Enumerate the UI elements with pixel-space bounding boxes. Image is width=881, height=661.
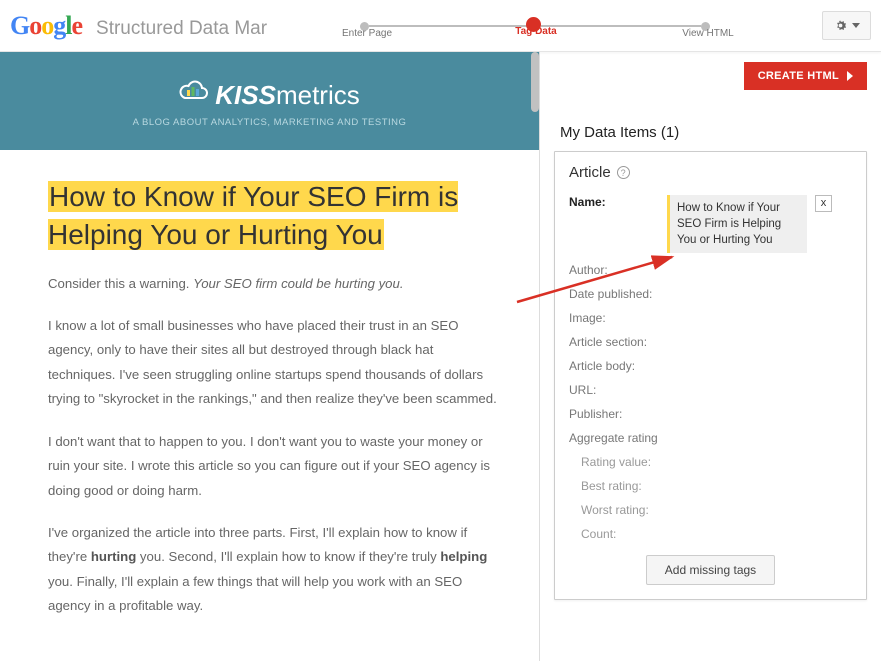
article-paragraph[interactable]: I don't want that to happen to you. I do… — [48, 430, 501, 503]
site-header: KISSmetrics A BLOG ABOUT ANALYTICS, MARK… — [0, 52, 539, 150]
kissmetrics-cloud-icon — [179, 80, 209, 111]
app-title: Structured Data Mar — [96, 18, 267, 40]
data-items-pane: CREATE HTML My Data Items (1) Article ? … — [540, 52, 881, 661]
step-tag-data[interactable]: Tag Data — [529, 20, 541, 32]
article-paragraph[interactable]: I know a lot of small businesses who hav… — [48, 314, 501, 412]
field-image[interactable]: Image: — [569, 311, 852, 325]
chevron-down-icon — [852, 23, 860, 28]
site-tagline: A BLOG ABOUT ANALYTICS, MARKETING AND TE… — [10, 117, 529, 128]
chevron-right-icon — [847, 71, 853, 81]
article-title[interactable]: How to Know if Your SEO Firm is Helping … — [48, 178, 501, 254]
content-preview-pane[interactable]: KISSmetrics A BLOG ABOUT ANALYTICS, MARK… — [0, 52, 540, 661]
side-panel-title: My Data Items (1) — [554, 90, 867, 151]
add-missing-tags-button[interactable]: Add missing tags — [646, 555, 775, 585]
field-article-body[interactable]: Article body: — [569, 359, 852, 373]
step-view-html[interactable]: View HTML — [701, 22, 710, 31]
field-date-published[interactable]: Date published: — [569, 287, 852, 301]
article-paragraph[interactable]: Consider this a warning. Your SEO firm c… — [48, 272, 501, 296]
name-value-tag[interactable]: How to Know if Your SEO Firm is Helping … — [667, 195, 807, 253]
step-enter-page[interactable]: Enter Page — [360, 22, 369, 31]
remove-tag-button[interactable]: x — [815, 195, 832, 212]
field-count[interactable]: Count: — [581, 527, 852, 541]
field-article-section[interactable]: Article section: — [569, 335, 852, 349]
article-paragraph[interactable]: I've organized the article into three pa… — [48, 521, 501, 619]
gear-icon — [833, 18, 848, 33]
settings-button[interactable] — [822, 11, 871, 40]
field-author[interactable]: Author: — [569, 263, 852, 277]
field-best-rating[interactable]: Best rating: — [581, 479, 852, 493]
google-logo: Google Structured Data Mar — [10, 11, 267, 41]
field-worst-rating[interactable]: Worst rating: — [581, 503, 852, 517]
field-aggregate-rating[interactable]: Aggregate rating — [569, 431, 852, 445]
create-html-button[interactable]: CREATE HTML — [744, 62, 867, 90]
wizard-stepper: Enter Page Tag Data View HTML — [360, 0, 710, 52]
article-schema-card: Article ? Name: How to Know if Your SEO … — [554, 151, 867, 600]
scrollbar[interactable] — [531, 52, 539, 112]
field-rating-value[interactable]: Rating value: — [581, 455, 852, 469]
field-url[interactable]: URL: — [569, 383, 852, 397]
field-name: Name: How to Know if Your SEO Firm is He… — [569, 195, 852, 253]
field-publisher[interactable]: Publisher: — [569, 407, 852, 421]
card-title: Article ? — [569, 164, 852, 181]
help-icon[interactable]: ? — [617, 166, 630, 179]
